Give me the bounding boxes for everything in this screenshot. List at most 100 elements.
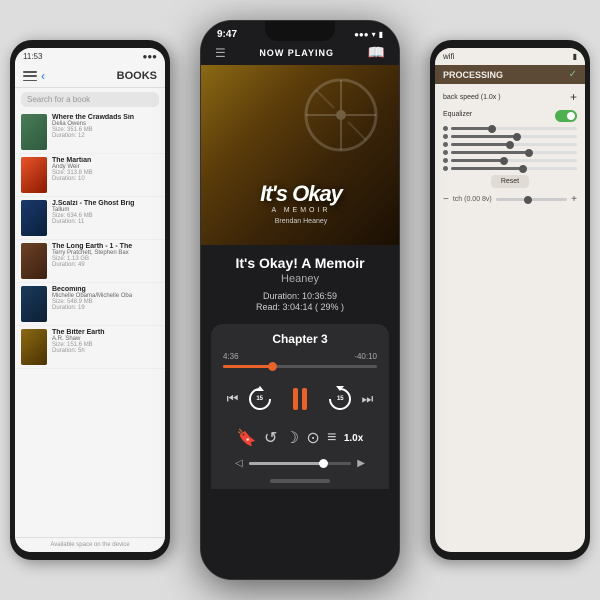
book-title: Where the Crawdads Sin — [52, 114, 159, 121]
battery-icon: ▮ — [379, 30, 383, 39]
pause-button[interactable] — [281, 380, 319, 418]
secondary-controls: 🔖 ↺ ☽ ⊙ ≡ 1.0x — [223, 424, 377, 454]
volume-row: ◁ ▶ — [223, 454, 377, 475]
scene: 11:53 ●●● ‹ BOOKS Search for a book Wher… — [0, 0, 600, 600]
chapter-section: Chapter 3 4:36 -40:10 ⏮ — [211, 324, 389, 489]
rewind-fast-button[interactable]: ⏮ — [227, 391, 239, 407]
list-item[interactable]: Becoming Michelle Obama/Michelle Oba Siz… — [15, 283, 165, 326]
airplay-button[interactable]: ⊙ — [306, 428, 319, 448]
progress-current: 4:36 — [223, 352, 239, 361]
list-item[interactable]: The Long Earth - 1 - The Terry Pratchett… — [15, 240, 165, 283]
volume-slider[interactable] — [249, 462, 352, 465]
eq-bar[interactable] — [451, 143, 577, 146]
track-duration: Duration: 10:36:59 — [217, 291, 383, 301]
book-cover — [21, 286, 47, 322]
search-bar[interactable]: Search for a book — [21, 92, 159, 107]
book-info: J.Scalzi - The Ghost Brig Tallum Size: 6… — [52, 200, 159, 225]
left-status-bar: 11:53 ●●● — [15, 48, 165, 65]
progress-bar[interactable] — [223, 365, 377, 368]
book-duration: Duration: 10 — [52, 176, 159, 182]
speed-button[interactable]: 1.0x — [344, 433, 363, 444]
volume-fill — [249, 462, 321, 465]
right-battery-icon: ▮ — [573, 52, 577, 61]
eq-band-5 — [443, 158, 577, 163]
search-placeholder: Search for a book — [27, 95, 90, 104]
speed-plus-button[interactable]: + — [570, 90, 577, 104]
bookmark-button[interactable]: 🔖 — [237, 428, 257, 448]
speed-value: 1.0x — [344, 433, 363, 444]
eq-bar[interactable] — [451, 135, 577, 138]
left-footer: Available space on the device — [15, 537, 165, 552]
forward-15-button[interactable]: 15 — [326, 385, 354, 413]
book-duration: Duration: 12 — [52, 133, 159, 139]
eq-dot — [443, 142, 448, 147]
list-item[interactable]: Where the Crawdads Sin Delia Owens Size:… — [15, 111, 165, 154]
progress-remaining: -40:10 — [354, 352, 377, 361]
list-item[interactable]: J.Scalzi - The Ghost Brig Tallum Size: 6… — [15, 197, 165, 240]
book-title: J.Scalzi - The Ghost Brig — [52, 200, 159, 207]
track-author: Heaney — [217, 273, 383, 285]
center-screen: 9:47 ●●● ▾ ▮ ☰ NOW PLAYING 📖 — [201, 21, 399, 579]
check-icon: ✓ — [569, 69, 577, 80]
book-info: The Long Earth - 1 - The Terry Pratchett… — [52, 243, 159, 268]
eq-bar[interactable] — [451, 159, 577, 162]
pause-icon — [293, 388, 307, 410]
eq-dot — [443, 126, 448, 131]
volume-high-icon: ▶ — [357, 458, 365, 469]
eq-dot — [443, 158, 448, 163]
eq-bar[interactable] — [451, 151, 577, 154]
rewind-15-button[interactable]: 15 — [246, 385, 274, 413]
eq-bar[interactable] — [451, 167, 577, 170]
forward-15-label: 15 — [337, 396, 344, 402]
center-phone: 9:47 ●●● ▾ ▮ ☰ NOW PLAYING 📖 — [200, 20, 400, 580]
wheel-icon — [301, 75, 381, 155]
book-title: The Bitter Earth — [52, 329, 159, 336]
speed-row: back speed (1.0x ) + — [443, 90, 577, 104]
book-duration: Duration: 19 — [52, 305, 159, 311]
center-nav: ☰ NOW PLAYING 📖 — [201, 42, 399, 65]
repeat-button[interactable]: ↺ — [264, 428, 277, 448]
equalizer-button[interactable]: ≡ — [327, 429, 336, 447]
right-content: back speed (1.0x ) + Equalizer — [435, 84, 585, 211]
list-item[interactable]: The Martian Andy Weir Size: 313.8 MB Dur… — [15, 154, 165, 197]
list-item[interactable]: The Bitter Earth A.R. Shaw Size: 151.6 M… — [15, 326, 165, 369]
progress-handle[interactable] — [268, 362, 277, 371]
forward-fast-button[interactable]: ⏭ — [362, 391, 374, 407]
menu-icon[interactable]: ☰ — [215, 46, 226, 60]
pitch-slider-row: − tch (0.00 8v) + — [443, 194, 577, 205]
book-info: The Martian Andy Weir Size: 313.8 MB Dur… — [52, 157, 159, 182]
book-duration: Duration: 49 — [52, 262, 159, 268]
eq-band-2 — [443, 134, 577, 139]
right-header-title: PROCESSING — [443, 70, 503, 80]
eq-band-6 — [443, 166, 577, 171]
pitch-slider[interactable] — [496, 198, 567, 201]
pitch-plus-icon[interactable]: + — [571, 194, 577, 205]
back-arrow-icon[interactable]: ‹ — [41, 69, 45, 83]
signal-icon: ●●● — [354, 30, 369, 39]
sleep-button[interactable]: ☽ — [285, 428, 299, 448]
right-header: PROCESSING ✓ — [435, 65, 585, 84]
right-phone: wifi ▮ PROCESSING ✓ back speed (1.0x ) +… — [430, 40, 590, 560]
notch — [265, 21, 335, 41]
eq-dot — [443, 166, 448, 171]
book-icon[interactable]: 📖 — [368, 44, 385, 61]
now-playing-label: NOW PLAYING — [259, 48, 334, 58]
rewind-15-label: 15 — [256, 396, 263, 402]
hamburger-icon[interactable] — [23, 71, 37, 81]
book-title: The Martian — [52, 157, 159, 164]
eq-bar[interactable] — [451, 127, 577, 130]
track-title: It's Okay! A Memoir — [217, 255, 383, 271]
pitch-handle[interactable] — [524, 196, 532, 204]
book-cover — [21, 329, 47, 365]
reset-button[interactable]: Reset — [491, 175, 529, 188]
progress-time-row: 4:36 -40:10 — [223, 352, 377, 361]
center-time: 9:47 — [217, 29, 237, 40]
pitch-minus-icon[interactable]: − — [443, 194, 449, 205]
equalizer-toggle[interactable] — [555, 110, 577, 122]
volume-handle[interactable] — [319, 459, 328, 468]
main-controls: ⏮ 15 — [223, 376, 377, 424]
book-cover — [21, 114, 47, 150]
left-phone: 11:53 ●●● ‹ BOOKS Search for a book Wher… — [10, 40, 170, 560]
wifi-icon: ▾ — [372, 30, 376, 39]
pitch-label: tch (0.00 8v) — [453, 196, 492, 203]
